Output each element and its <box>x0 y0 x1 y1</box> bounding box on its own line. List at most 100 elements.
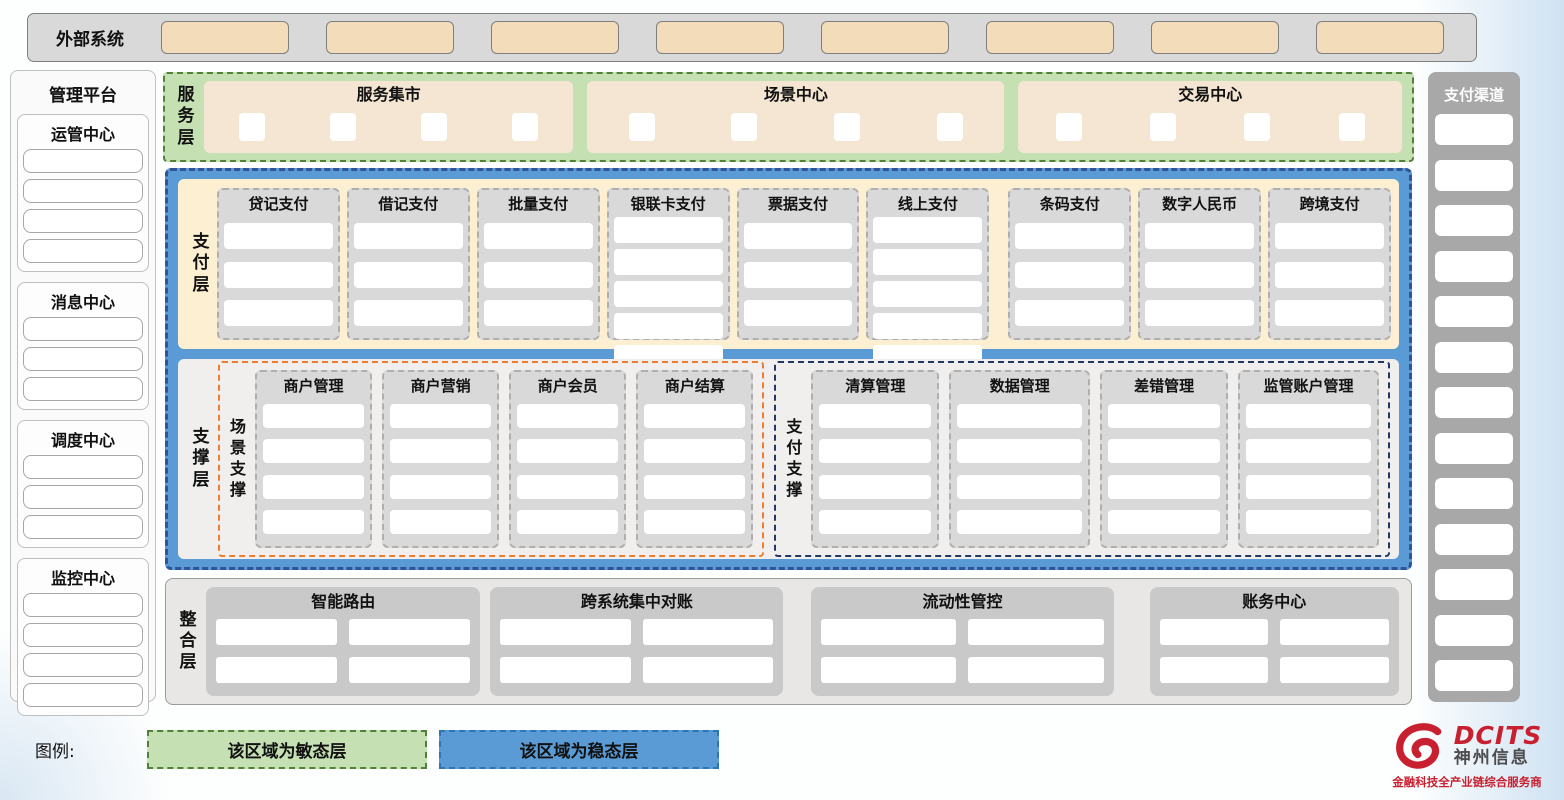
dcits-logo-cn-name: 神州信息 <box>1454 748 1542 768</box>
payment-support-category: 监管账户管理 <box>1238 370 1379 548</box>
management-module-node <box>23 593 143 617</box>
payment-channel-node <box>1435 160 1513 191</box>
payment-channel-node <box>1435 205 1513 236</box>
external-system-node <box>656 21 784 54</box>
external-system-node <box>986 21 1114 54</box>
payment-category-items <box>1015 217 1124 332</box>
management-module-node <box>23 623 143 647</box>
management-section-items <box>23 455 143 539</box>
integration-group-items <box>216 614 470 688</box>
payment-module-node <box>744 262 853 288</box>
external-system-node <box>161 21 289 54</box>
integration-module-node <box>1160 657 1269 683</box>
management-section: 调度中心 <box>17 420 149 548</box>
scenario-module-node <box>517 475 618 499</box>
integration-layer-groups: 智能路由 跨系统集中对账 <box>206 587 1399 696</box>
payment-module-node <box>1015 300 1124 326</box>
payment-module-node <box>224 300 333 326</box>
payment-support-module-node <box>1108 475 1220 499</box>
payment-channel-node <box>1435 615 1513 646</box>
payment-channel-node <box>1435 342 1513 373</box>
payment-support-columns: 清算管理 <box>811 370 1379 548</box>
management-module-node <box>23 377 143 401</box>
scenario-support-label: 场景支撑 <box>229 417 247 500</box>
payment-module-node <box>484 300 593 326</box>
scenario-support-category: 商户营销 <box>382 370 499 548</box>
payment-module-node <box>614 217 723 243</box>
scenario-module-node <box>644 510 745 534</box>
external-systems-list <box>142 21 1476 54</box>
payment-support-module-node <box>1108 510 1220 534</box>
payment-support-module-node <box>1108 439 1220 463</box>
scenario-support-category: 商户管理 <box>255 370 372 548</box>
payment-module-node <box>354 223 463 249</box>
payment-support-module-node <box>957 439 1082 463</box>
payment-support-module-node <box>1108 404 1220 428</box>
management-sections: 运管中心 消息中心 <box>17 114 149 716</box>
service-group-items <box>212 106 565 147</box>
management-section: 监控中心 <box>17 558 149 716</box>
external-system-node <box>491 21 619 54</box>
scenario-module-node <box>263 475 364 499</box>
payment-support-category: 差错管理 <box>1100 370 1228 548</box>
scenario-module-node <box>517 439 618 463</box>
payment-module-node <box>744 223 853 249</box>
service-module-node <box>1244 113 1270 141</box>
payment-category-items <box>744 217 853 332</box>
management-module-node <box>23 239 143 263</box>
service-module-node <box>239 113 265 141</box>
integration-module-node <box>500 657 630 683</box>
payment-module-node <box>1145 262 1254 288</box>
scenario-module-node <box>263 510 364 534</box>
payment-category-title: 条码支付 <box>1015 192 1124 217</box>
service-module-node <box>834 113 860 141</box>
management-section-title: 监控中心 <box>23 562 143 593</box>
external-systems-label: 外部系统 <box>28 25 142 50</box>
payment-module-node <box>1275 223 1384 249</box>
management-module-node <box>23 149 143 173</box>
integration-module-node <box>968 657 1103 683</box>
service-module-node <box>1056 113 1082 141</box>
payment-category: 借记支付 <box>347 188 470 340</box>
integration-module-node <box>216 657 337 683</box>
payment-channels-title: 支付渠道 <box>1435 77 1513 109</box>
service-module-node <box>629 113 655 141</box>
management-module-node <box>23 515 143 539</box>
management-section-items <box>23 317 143 401</box>
payment-category-title: 借记支付 <box>354 192 463 217</box>
scenario-module-node <box>517 404 618 428</box>
service-layer: 服务层 服务集市 <box>163 72 1414 162</box>
payment-module-node <box>873 313 982 339</box>
management-module-node <box>23 347 143 371</box>
payment-support-module-node <box>819 404 931 428</box>
payment-support-module-node <box>819 475 931 499</box>
scenario-module-node <box>390 404 491 428</box>
dcits-logo: DCITS 神州信息 金融科技全产业链综合服务商 <box>1378 721 1556 790</box>
scenario-support-category: 商户结算 <box>636 370 753 548</box>
service-group-items <box>1026 106 1394 147</box>
integration-module-node <box>968 619 1103 645</box>
integration-group-title: 流动性管控 <box>821 589 1103 614</box>
management-module-node <box>23 209 143 233</box>
payment-support-module-node <box>957 475 1082 499</box>
scenario-module-node <box>390 475 491 499</box>
service-layer-label: 服务层 <box>176 85 196 149</box>
scenario-category-title: 商户管理 <box>263 374 364 398</box>
service-module-node <box>512 113 538 141</box>
payment-module-node <box>744 300 853 326</box>
integration-group-items <box>500 614 773 688</box>
scenario-category-title: 商户会员 <box>517 374 618 398</box>
scenario-module-node <box>644 404 745 428</box>
payment-category-items <box>484 217 593 332</box>
scenario-support-columns: 商户管理 <box>255 370 753 548</box>
integration-group: 智能路由 <box>206 587 480 696</box>
legend: 图例: 该区域为敏态层 该区域为稳态层 <box>35 730 731 769</box>
scenario-category-items <box>263 398 364 540</box>
service-group-title: 交易中心 <box>1026 83 1394 106</box>
payment-channel-node <box>1435 433 1513 464</box>
payment-support-module-node <box>819 510 931 534</box>
payment-module-node <box>614 249 723 275</box>
management-module-node <box>23 455 143 479</box>
payment-channel-node <box>1435 569 1513 600</box>
payment-support-category-items <box>957 398 1082 540</box>
